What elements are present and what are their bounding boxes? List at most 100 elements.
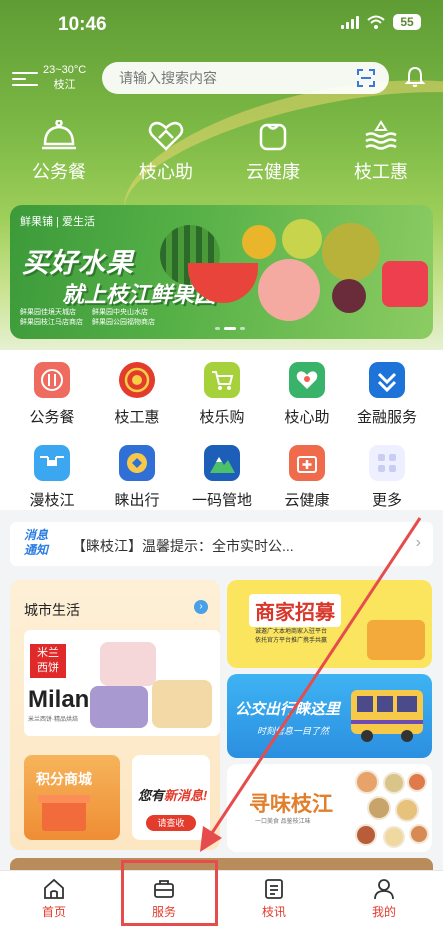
heart-hands-icon	[148, 121, 184, 151]
watermelon-cubes-image	[382, 261, 428, 307]
dish-image	[383, 772, 405, 794]
dish-image	[367, 796, 391, 820]
tab-home[interactable]: 首页	[24, 877, 84, 920]
feature-shortcut-yunjiankang[interactable]: 云健康	[228, 120, 318, 190]
service-yunjiankang[interactable]: 云健康	[263, 445, 351, 510]
weather-temperature: 23~30°C	[43, 64, 87, 76]
highlight-box	[121, 860, 218, 926]
bell-icon[interactable]	[404, 66, 426, 88]
kiwi-image	[282, 219, 322, 259]
service-manzhijiang[interactable]: 漫枝江	[8, 445, 96, 510]
bus-icon	[351, 690, 423, 742]
banner-brand: 鲜果铺 | 爱生活	[20, 216, 95, 228]
tab-bar: 首页 服务 枝讯 我的	[0, 870, 443, 948]
dish-image	[383, 826, 405, 848]
tab-label: 首页	[41, 905, 66, 919]
cake-image	[152, 680, 212, 728]
dish-image	[395, 798, 419, 822]
top-bar: 23~30°C 枝江 请输入搜索内容	[0, 60, 443, 96]
bus-travel-card[interactable]: 公交出行睐这里 时刻信息一目了然	[227, 674, 432, 758]
service-grid: 公务餐 枝工惠 枝乐购 枝心助 金融服务 漫枝江 睐出行 一码管地 云健康 更多	[0, 350, 443, 510]
crowd-illustration	[367, 620, 425, 660]
chevron-right-icon[interactable]: ›	[194, 600, 208, 614]
union-emblem-icon	[119, 362, 155, 398]
search-input[interactable]: 请输入搜索内容	[102, 62, 389, 94]
check-message-button[interactable]: 请查收	[146, 815, 196, 831]
service-label: 一码管地	[191, 492, 252, 509]
menu-icon[interactable]	[12, 72, 38, 86]
service-laichuxing[interactable]: 睐出行	[93, 445, 181, 510]
status-bar: 10:46 55	[0, 0, 443, 50]
promo-banner-fruit[interactable]: 鲜果铺 | 爱生活 买好水果 就上枝江鲜果园 鲜果园佳境天城店 鲜果园枝江马店商…	[10, 205, 433, 339]
notice-text: 【睐枝江】温馨提示：全市实时公...	[72, 538, 294, 554]
waves-icon	[365, 120, 397, 150]
feature-label: 公务餐	[32, 162, 86, 182]
tab-label: 枝讯	[261, 905, 286, 919]
feature-shortcut-zhixinzhu[interactable]: 枝心助	[121, 120, 211, 190]
points-mall-card[interactable]: 积分商城	[24, 755, 120, 840]
notice-bar[interactable]: 消息 通知 【睐枝江】温馨提示：全市实时公... ›	[10, 522, 433, 566]
service-yimaguandi[interactable]: 一码管地	[178, 445, 266, 510]
medical-kit-icon	[289, 445, 325, 481]
city-life-card: 城市生活 › 米兰 西饼 Milan 米兰西饼·精品烘焙 积分商城 您有新消息!…	[10, 580, 220, 850]
milan-bakery-card[interactable]: 米兰 西饼 Milan 米兰西饼·精品烘焙	[24, 630, 220, 736]
square-bag-icon	[259, 123, 287, 151]
service-label: 漫枝江	[29, 492, 75, 509]
cart-icon	[204, 362, 240, 398]
gift-box-icon	[42, 799, 86, 831]
tab-profile[interactable]: 我的	[354, 877, 414, 920]
merchant-title: 商家招募	[249, 594, 341, 627]
bus-title: 公交出行睐这里	[235, 701, 341, 718]
durian-image	[322, 223, 380, 281]
utensils-icon	[34, 362, 70, 398]
service-label: 云健康	[284, 492, 330, 509]
cellular-signal-icon	[341, 15, 359, 29]
banner-stores-left: 鲜果园佳境天城店 鲜果园枝江马店商店	[20, 309, 83, 326]
merchant-recruit-card[interactable]: 商家招募 诚邀广大本地商家入驻平台 依托官方平台推广携手共赢	[227, 580, 432, 668]
gift-lid	[38, 795, 90, 803]
service-zhigonghui[interactable]: 枝工惠	[93, 362, 181, 427]
flavor-zhijiang-card[interactable]: 寻味枝江 一口美食 品鉴枝江味	[227, 764, 432, 852]
peach-image	[258, 259, 320, 321]
new-message-card[interactable]: 您有新消息! 请查收	[132, 755, 210, 840]
service-jinrongfuwu[interactable]: 金融服务	[343, 362, 431, 427]
service-label: 枝心助	[284, 409, 330, 426]
chevron-right-icon: ›	[415, 534, 421, 551]
battery-indicator: 55	[393, 14, 421, 30]
service-zhilegou[interactable]: 枝乐购	[178, 362, 266, 427]
carousel-indicator	[215, 327, 245, 330]
travel-icon	[119, 445, 155, 481]
new-message-text: 您有新消息!	[138, 788, 208, 803]
flavor-title: 寻味枝江	[249, 793, 333, 816]
points-mall-title: 积分商城	[36, 771, 92, 787]
city-life-title: 城市生活	[24, 602, 80, 618]
dish-image	[409, 824, 429, 844]
service-zhixinzhu[interactable]: 枝心助	[263, 362, 351, 427]
status-time: 10:46	[58, 14, 107, 35]
scan-icon[interactable]	[357, 69, 375, 87]
feature-shortcut-zhigonghui[interactable]: 枝工惠	[336, 120, 426, 190]
service-label: 睐出行	[114, 492, 160, 509]
banner-stores-right: 鲜果园中央山水店 鲜果园公园福物商店	[92, 309, 155, 326]
service-label: 枝工惠	[114, 409, 160, 426]
service-label: 金融服务	[356, 409, 417, 426]
tab-news[interactable]: 枝讯	[244, 877, 304, 920]
status-icons: 55	[341, 14, 421, 30]
feature-label: 云健康	[246, 162, 300, 182]
feature-shortcut-gongwucan[interactable]: 公务餐	[14, 120, 104, 190]
weather-location: 枝江	[53, 79, 76, 91]
mangosteen-image	[332, 279, 366, 313]
weather-widget[interactable]: 23~30°C 枝江	[43, 63, 86, 93]
home-icon	[44, 878, 64, 899]
flavor-subtitle: 一口美食 品鉴枝江味	[255, 819, 311, 825]
service-more[interactable]: 更多	[343, 445, 431, 510]
service-label: 枝乐购	[199, 409, 245, 426]
service-label: 更多	[371, 492, 402, 509]
cake-image	[90, 686, 148, 728]
bank-icon	[369, 362, 405, 398]
mountain-icon	[204, 445, 240, 481]
dish-image	[407, 772, 427, 792]
service-gongwucan[interactable]: 公务餐	[8, 362, 96, 427]
dish-image	[355, 824, 377, 846]
feature-label: 枝心助	[139, 162, 193, 182]
